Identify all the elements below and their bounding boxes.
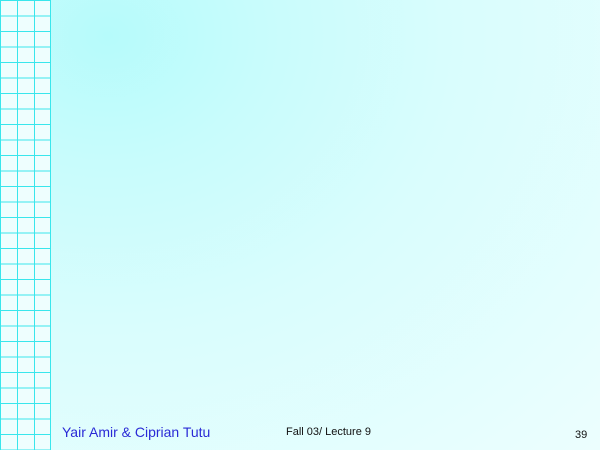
page-number: 39 [575,429,588,441]
slide: Yair Amir & Ciprian Tutu Fall 03/ Lectur… [0,0,600,450]
footer-author: Yair Amir & Ciprian Tutu [62,424,211,440]
grid-edge-line [50,0,51,450]
footer-course-label: Fall 03/ Lecture 9 [286,426,371,438]
grid-decoration [0,0,51,450]
